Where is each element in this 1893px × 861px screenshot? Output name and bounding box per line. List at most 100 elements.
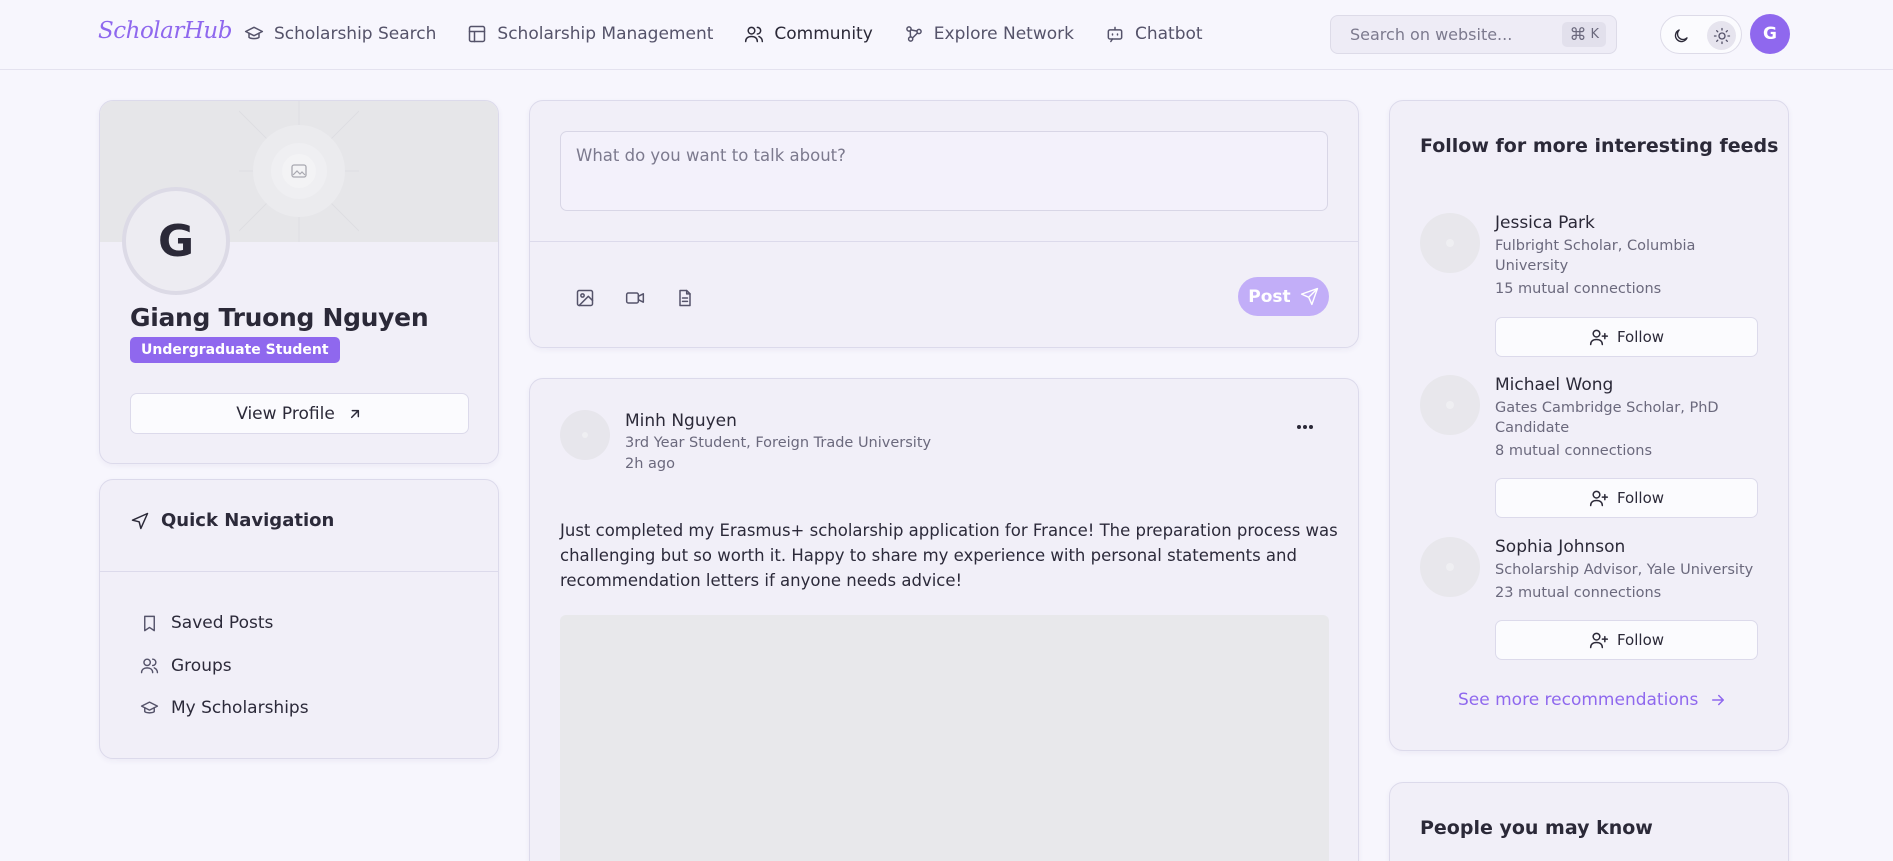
shortcut-key: K [1590, 27, 1599, 42]
quick-nav-groups[interactable]: Groups [140, 654, 309, 678]
brand-logo[interactable]: ScholarHub [98, 18, 232, 44]
suggestion-title: Scholarship Advisor, Yale University [1495, 562, 1754, 578]
theme-toggle [1660, 15, 1742, 54]
nav-label: Scholarship Search [274, 24, 437, 44]
nav-item-community[interactable]: Community [744, 24, 873, 44]
dark-mode-button[interactable] [1666, 21, 1695, 50]
nav-label: Scholarship Management [497, 24, 714, 44]
people-you-may-know-title: People you may know [1420, 817, 1653, 839]
post-author-name[interactable]: Minh Nguyen [625, 411, 737, 431]
graduation-cap-icon [244, 24, 264, 44]
post-author-avatar[interactable] [560, 410, 610, 460]
post-composer: Post [529, 100, 1359, 348]
suggestion-name[interactable]: Jessica Park [1495, 213, 1595, 233]
site-search: ⌘ K [1330, 15, 1617, 54]
view-profile-label: View Profile [236, 403, 335, 424]
see-more-label: See more recommendations [1458, 690, 1699, 710]
more-horizontal-icon [1296, 424, 1314, 430]
users-icon [140, 656, 159, 675]
follow-button[interactable]: Follow [1495, 478, 1758, 518]
suggestion-name[interactable]: Michael Wong [1495, 375, 1613, 395]
people-you-may-know-card: People you may know [1389, 782, 1789, 861]
nav-label: Explore Network [933, 24, 1074, 44]
graduation-cap-icon [140, 699, 159, 718]
network-icon [904, 24, 924, 44]
top-navigation-bar: ScholarHub Scholarship Search Scholarshi… [0, 0, 1893, 70]
nav-label: Chatbot [1134, 24, 1203, 44]
post-image[interactable] [560, 615, 1329, 861]
quick-nav-label: My Scholarships [171, 698, 309, 718]
post-author-subtitle: 3rd Year Student, Foreign Trade Universi… [625, 435, 932, 451]
nav-item-scholarship-management[interactable]: Scholarship Management [467, 24, 713, 44]
users-icon [744, 24, 764, 44]
quick-nav-label: Saved Posts [171, 613, 274, 633]
profile-name: Giang Truong Nguyen [130, 303, 429, 332]
user-plus-icon [1589, 327, 1609, 347]
quick-navigation-header: Quick Navigation [130, 510, 334, 531]
nav-item-chatbot[interactable]: Chatbot [1105, 24, 1203, 44]
suggestion-title: Gates Cambridge Scholar, PhD Candidate [1495, 400, 1719, 436]
suggestion-mutual-connections: 8 mutual connections [1495, 443, 1652, 459]
post-button[interactable]: Post [1238, 277, 1329, 316]
post-input[interactable] [560, 131, 1328, 211]
table-icon [467, 24, 487, 44]
suggestion-mutual-connections: 15 mutual connections [1495, 281, 1662, 297]
user-avatar[interactable]: G [1750, 14, 1790, 54]
follow-label: Follow [1616, 328, 1665, 346]
cover-placeholder-image [239, 101, 359, 242]
quick-nav-saved-posts[interactable]: Saved Posts [140, 611, 309, 635]
main-nav: Scholarship Search Scholarship Managemen… [244, 0, 1234, 68]
navigation-arrow-icon [130, 511, 150, 531]
suggestion-name[interactable]: Sophia Johnson [1495, 537, 1625, 557]
document-icon [675, 288, 695, 308]
user-plus-icon [1589, 488, 1609, 508]
profile-card: G Giang Truong Nguyen Undergraduate Stud… [99, 100, 499, 464]
video-icon [625, 288, 645, 308]
quick-nav-my-scholarships[interactable]: My Scholarships [140, 696, 309, 720]
nav-label: Community [774, 24, 873, 44]
post-options-button[interactable] [1290, 415, 1320, 439]
arrow-up-right-icon [347, 406, 363, 422]
suggestion-avatar[interactable] [1420, 537, 1480, 597]
moon-icon [1672, 27, 1690, 45]
sun-icon [1713, 27, 1731, 45]
follow-button[interactable]: Follow [1495, 317, 1758, 357]
follow-label: Follow [1616, 631, 1665, 649]
quick-navigation-list: Saved Posts Groups My Scholarships [140, 611, 309, 739]
attach-image-button[interactable] [572, 285, 598, 311]
divider [530, 241, 1358, 242]
see-more-recommendations-link[interactable]: See more recommendations [1458, 690, 1727, 710]
nav-item-scholarship-search[interactable]: Scholarship Search [244, 24, 436, 44]
quick-nav-label: Groups [171, 655, 232, 676]
view-profile-button[interactable]: View Profile [130, 393, 469, 434]
arrow-right-icon [1709, 691, 1727, 709]
suggestion-avatar[interactable] [1420, 375, 1480, 435]
command-key-icon: ⌘ [1569, 24, 1587, 45]
search-input[interactable] [1350, 25, 1560, 44]
nav-item-explore-network[interactable]: Explore Network [904, 24, 1074, 44]
light-mode-button[interactable] [1707, 21, 1736, 50]
suggestion-mutual-connections: 23 mutual connections [1495, 585, 1662, 601]
attach-document-button[interactable] [672, 285, 698, 311]
bot-icon [1105, 24, 1125, 44]
quick-navigation-title: Quick Navigation [161, 510, 335, 531]
follow-suggestions-card: Follow for more interesting feeds Jessic… [1389, 100, 1789, 751]
follow-suggestions-title: Follow for more interesting feeds [1420, 135, 1779, 157]
suggestion-avatar[interactable] [1420, 213, 1480, 273]
role-badge: Undergraduate Student [130, 337, 340, 363]
user-plus-icon [1589, 630, 1609, 650]
divider [100, 571, 498, 572]
post-label: Post [1248, 286, 1291, 307]
keyboard-shortcut-badge: ⌘ K [1562, 22, 1606, 47]
image-icon [575, 288, 595, 308]
attach-video-button[interactable] [622, 285, 648, 311]
send-icon [1300, 287, 1319, 306]
suggestion-title: Fulbright Scholar, Columbia University [1495, 238, 1696, 274]
follow-label: Follow [1616, 489, 1665, 507]
feed-post: Minh Nguyen 3rd Year Student, Foreign Tr… [529, 378, 1359, 861]
follow-button[interactable]: Follow [1495, 620, 1758, 660]
quick-navigation-card: Quick Navigation Saved Posts Groups My S… [99, 479, 499, 759]
profile-avatar[interactable]: G [122, 187, 230, 295]
bookmark-icon [140, 614, 159, 633]
post-timestamp: 2h ago [625, 456, 675, 472]
